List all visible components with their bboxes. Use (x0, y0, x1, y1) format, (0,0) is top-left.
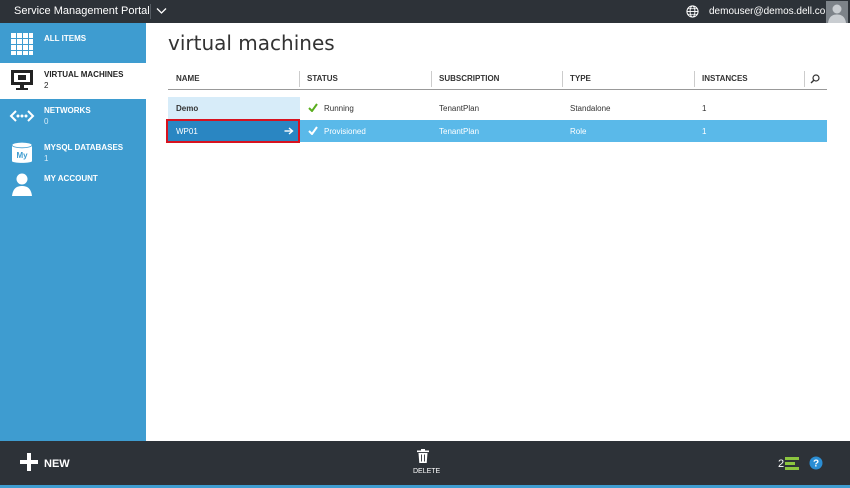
column-divider[interactable] (431, 71, 432, 87)
new-button[interactable]: NEW (44, 458, 70, 470)
column-divider[interactable] (694, 71, 695, 87)
highlight-box (166, 119, 300, 143)
help-icon[interactable]: ? (809, 456, 823, 470)
sidebar-item-my-account[interactable]: MY ACCOUNT (0, 167, 146, 203)
column-header-instances[interactable]: INSTANCES (702, 69, 748, 89)
search-icon[interactable] (810, 74, 820, 84)
svg-text:My: My (16, 151, 28, 160)
progress-list-icon[interactable] (785, 457, 799, 470)
vm-status: Running (324, 104, 354, 113)
vm-subscription: TenantPlan (439, 127, 480, 136)
user-icon (12, 173, 32, 196)
header-divider (168, 89, 827, 90)
sidebar-item-count: 2 (44, 81, 49, 90)
command-bar: NEW DELETE 2 ? (0, 441, 850, 485)
name-cell[interactable]: Demo (168, 97, 300, 119)
svg-text:?: ? (813, 459, 819, 470)
grid-icon (11, 33, 33, 55)
sidebar-item-count: 0 (44, 117, 49, 126)
page-title: virtual machines (168, 31, 335, 55)
plus-icon[interactable] (20, 453, 38, 471)
column-header-subscription[interactable]: SUBSCRIPTION (439, 69, 499, 89)
vm-type: Standalone (570, 104, 611, 113)
sidebar-item-label: MY ACCOUNT (44, 174, 98, 183)
portal-title[interactable]: Service Management Portal (14, 5, 150, 17)
sidebar-item-all-items[interactable]: ALL ITEMS (0, 27, 146, 63)
vm-subscription: TenantPlan (439, 104, 480, 113)
vm-instances: 1 (702, 127, 707, 136)
column-header-name[interactable]: NAME (176, 69, 200, 89)
title-divider (150, 4, 151, 19)
column-header-type[interactable]: TYPE (570, 69, 591, 89)
vm-status: Provisioned (324, 127, 366, 136)
mysql-database-icon: My (11, 141, 33, 163)
notifications-count[interactable]: 2 (778, 458, 784, 470)
vm-name: Demo (176, 104, 199, 113)
sidebar-item-label: NETWORKS (44, 106, 91, 115)
vm-type: Role (570, 127, 587, 136)
scroll-track[interactable] (838, 23, 850, 441)
trash-icon[interactable] (417, 449, 429, 463)
chevron-down-icon[interactable] (156, 7, 167, 15)
sidebar: ALL ITEMS VIRTUAL MACHINES 2 NETWORKS 0 … (0, 23, 146, 441)
column-header-status[interactable]: STATUS (307, 69, 338, 89)
checkmark-icon (308, 126, 318, 135)
user-email[interactable]: demouser@demos.dell.com (709, 6, 834, 17)
network-icon (9, 110, 35, 122)
checkmark-icon (308, 103, 318, 112)
globe-icon[interactable] (686, 5, 699, 18)
user-avatar-icon (828, 4, 846, 23)
sidebar-item-virtual-machines[interactable]: VIRTUAL MACHINES 2 (0, 63, 146, 99)
sidebar-item-label: VIRTUAL MACHINES (44, 70, 124, 79)
sidebar-item-count: 1 (44, 154, 49, 163)
table-row[interactable]: Demo Running TenantPlan Standalone 1 (168, 97, 827, 119)
delete-button[interactable]: DELETE (413, 468, 440, 475)
column-divider[interactable] (299, 71, 300, 87)
top-bar: Service Management Portal demouser@demos… (0, 0, 850, 23)
sidebar-item-label: MYSQL DATABASES (44, 143, 124, 152)
main-content: virtual machines NAME STATUS SUBSCRIPTIO… (146, 23, 850, 441)
vm-instances: 1 (702, 104, 707, 113)
monitor-icon (11, 70, 33, 90)
column-divider[interactable] (804, 71, 805, 87)
sidebar-item-networks[interactable]: NETWORKS 0 (0, 99, 146, 135)
column-divider[interactable] (562, 71, 563, 87)
sidebar-item-label: ALL ITEMS (44, 34, 87, 43)
avatar[interactable] (826, 1, 848, 23)
